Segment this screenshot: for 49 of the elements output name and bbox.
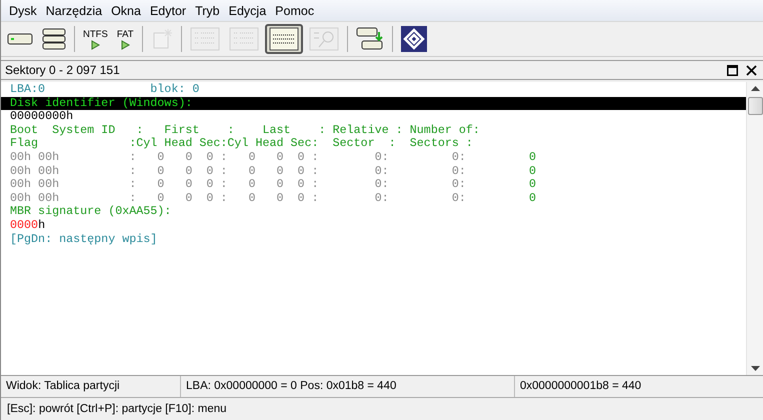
panel-title: Sektory 0 - 2 097 151 — [5, 63, 121, 77]
scroll-down-icon[interactable] — [750, 366, 760, 371]
maximize-icon[interactable] — [727, 64, 738, 76]
code-text: 0 — [528, 164, 536, 178]
menu-item[interactable]: Edytor — [148, 4, 194, 18]
menu-item[interactable]: Pomoc — [273, 4, 322, 18]
code-text: 00h 00h : 0 0 0 : 0 0 0 : 0: 0: — [10, 164, 466, 178]
new-document-icon — [150, 28, 173, 50]
play-icon — [90, 40, 100, 50]
code-text: 0 — [528, 177, 536, 192]
filesystem-button[interactable]: FAT — [114, 24, 137, 54]
toolbar-button[interactable] — [264, 24, 303, 54]
menu-item[interactable]: Edycja — [226, 4, 274, 18]
key-hint: [Esc]: powrót [Ctrl+P]: partycje [F10]: menu — [7, 403, 227, 415]
code-text: Boot System ID : First : Last : Relative : Number of: — [10, 122, 480, 137]
status-text: Widok: Tablica partycji — [1, 376, 181, 397]
code-text: Disk identifier (Windows): — [10, 96, 192, 110]
drive-icon — [7, 31, 33, 47]
code-text: MBR signature (0xAA55): — [10, 204, 172, 218]
list-view-icon — [228, 27, 259, 51]
code-text: Flag :Cyl Head Sec:Cyl Head Sec: Sector : Sectors : — [10, 136, 473, 150]
scroll-up-icon[interactable] — [750, 86, 760, 91]
menu-item[interactable]: Narzędzia — [44, 4, 110, 18]
scrollbar[interactable] — [746, 82, 763, 375]
close-icon[interactable] — [746, 64, 757, 76]
code-text: 0 — [528, 190, 536, 205]
menu-item[interactable]: Tryb — [193, 4, 227, 18]
drives-icon — [42, 28, 66, 50]
code-text: 00000000h — [10, 109, 74, 124]
menu-item[interactable]: Dysk — [7, 4, 44, 18]
menu-item[interactable]: Okna — [109, 4, 148, 18]
code-text: 00h 00h : 0 0 0 : 0 0 0 : 0: 0: — [10, 190, 466, 205]
scroll-thumb[interactable] — [748, 97, 762, 115]
tree-view-icon — [190, 27, 220, 51]
app-logo — [400, 26, 427, 52]
code-text: 00h 00h : 0 0 0 : 0 0 0 : 0: 0: — [10, 177, 466, 192]
search-icon — [308, 27, 339, 51]
code-text: [PgDn: następny wpis] — [10, 232, 158, 246]
code-text: 00h 00h : 0 0 0 : 0 0 0 : 0: 0: — [10, 150, 466, 164]
code-text: 0 — [528, 150, 536, 164]
code-text: h — [38, 218, 46, 232]
filesystem-button[interactable]: NTFS — [80, 24, 111, 54]
status-text: 0x0000000001b8 = 440 — [519, 379, 642, 394]
play-icon — [120, 40, 130, 50]
table-view-icon — [268, 27, 299, 51]
status-text: LBA: 0x00000000 = 0 Pos: 0x01b8 = 440 — [181, 376, 515, 397]
code-text: LBA:0 blok: 0 — [10, 82, 200, 96]
code-text: 0000 — [10, 218, 38, 232]
copy-drive-icon — [356, 26, 384, 52]
